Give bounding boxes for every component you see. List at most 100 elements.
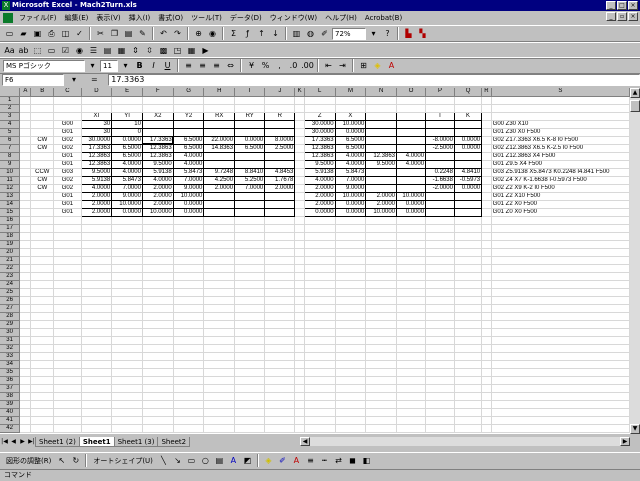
cell[interactable] bbox=[142, 408, 174, 417]
cell[interactable] bbox=[81, 344, 113, 353]
cell[interactable] bbox=[365, 127, 398, 137]
increase-decimal-icon[interactable]: .0 bbox=[287, 59, 300, 72]
cell[interactable]: K bbox=[453, 111, 483, 121]
cell[interactable] bbox=[454, 336, 483, 345]
cell[interactable] bbox=[264, 288, 296, 297]
cell[interactable] bbox=[19, 224, 32, 233]
cell[interactable] bbox=[30, 328, 55, 337]
cell[interactable] bbox=[335, 312, 367, 321]
cell[interactable] bbox=[142, 216, 174, 225]
first-sheet-icon[interactable]: |◀ bbox=[0, 437, 9, 446]
cell[interactable] bbox=[454, 96, 483, 105]
cell[interactable]: G01 Z9.5 X4 F500 bbox=[491, 160, 630, 169]
cell[interactable] bbox=[203, 151, 236, 161]
cell[interactable] bbox=[294, 144, 305, 153]
cell[interactable]: 0.0000 bbox=[453, 135, 483, 145]
cell[interactable] bbox=[481, 128, 492, 137]
row-header[interactable]: 14 bbox=[0, 200, 21, 209]
cell[interactable] bbox=[173, 304, 205, 313]
cell[interactable] bbox=[365, 135, 398, 145]
cell[interactable]: 0.0000 bbox=[234, 135, 266, 145]
cell[interactable] bbox=[335, 280, 367, 289]
cell[interactable] bbox=[396, 224, 427, 233]
cell[interactable] bbox=[425, 288, 455, 297]
cell[interactable] bbox=[19, 344, 32, 353]
cell[interactable] bbox=[142, 328, 174, 337]
cell[interactable] bbox=[481, 352, 492, 361]
draw-font-color-icon[interactable]: A bbox=[290, 454, 303, 467]
cell[interactable] bbox=[396, 424, 427, 433]
cell[interactable] bbox=[264, 384, 296, 393]
cell[interactable] bbox=[425, 368, 455, 377]
cell[interactable] bbox=[264, 224, 296, 233]
cell[interactable] bbox=[19, 216, 32, 225]
cell[interactable] bbox=[203, 280, 236, 289]
cell[interactable] bbox=[30, 288, 55, 297]
cell[interactable] bbox=[30, 424, 55, 433]
cell[interactable] bbox=[454, 288, 483, 297]
cell[interactable]: 9.5000 bbox=[141, 159, 174, 169]
cell[interactable] bbox=[142, 416, 174, 425]
cell[interactable] bbox=[19, 416, 32, 425]
cell[interactable] bbox=[30, 208, 55, 217]
cell[interactable]: 8.0000 bbox=[264, 135, 296, 145]
cell[interactable] bbox=[53, 96, 82, 105]
cell[interactable]: 1.7678 bbox=[264, 175, 296, 185]
cell[interactable] bbox=[365, 256, 398, 265]
row-header[interactable]: 17 bbox=[0, 224, 21, 233]
cell[interactable] bbox=[234, 408, 266, 417]
cell[interactable] bbox=[264, 368, 296, 377]
scroll-left-icon[interactable]: ◀ bbox=[300, 437, 310, 446]
cell[interactable] bbox=[234, 416, 266, 425]
cell[interactable] bbox=[203, 248, 236, 257]
cell[interactable] bbox=[173, 256, 205, 265]
cell[interactable] bbox=[111, 424, 143, 433]
select-all-corner[interactable] bbox=[0, 88, 21, 97]
cell[interactable] bbox=[454, 360, 483, 369]
cell[interactable] bbox=[30, 120, 55, 129]
cell[interactable] bbox=[53, 368, 82, 377]
select-objects-icon[interactable]: ↖ bbox=[55, 454, 68, 467]
row-header[interactable]: 13 bbox=[0, 192, 21, 201]
cell[interactable] bbox=[454, 408, 483, 417]
close-icon[interactable]: × bbox=[628, 1, 638, 10]
row-header[interactable]: 35 bbox=[0, 368, 21, 377]
cell[interactable] bbox=[365, 304, 398, 313]
cell[interactable] bbox=[30, 224, 55, 233]
cell[interactable]: 9.7248 bbox=[203, 167, 236, 177]
cell[interactable] bbox=[81, 256, 113, 265]
cell[interactable] bbox=[335, 288, 367, 297]
cell[interactable] bbox=[481, 296, 492, 305]
cell[interactable] bbox=[481, 368, 492, 377]
cell[interactable]: 5.8473 bbox=[172, 167, 205, 177]
next-sheet-icon[interactable]: ▶ bbox=[18, 437, 27, 446]
paste-icon[interactable]: ▤ bbox=[122, 27, 135, 40]
cell[interactable]: G02 bbox=[53, 136, 82, 145]
cell[interactable]: CW bbox=[30, 176, 55, 185]
cell[interactable] bbox=[173, 224, 205, 233]
cell[interactable] bbox=[365, 175, 398, 185]
cell[interactable] bbox=[234, 320, 266, 329]
row-header[interactable]: 28 bbox=[0, 312, 21, 321]
cell[interactable] bbox=[142, 360, 174, 369]
cell[interactable] bbox=[491, 240, 630, 249]
cell[interactable] bbox=[396, 344, 427, 353]
cell[interactable] bbox=[294, 208, 305, 217]
cell[interactable] bbox=[453, 159, 483, 169]
cell[interactable] bbox=[365, 328, 398, 337]
cell[interactable] bbox=[173, 368, 205, 377]
cell[interactable] bbox=[173, 312, 205, 321]
cell[interactable] bbox=[304, 392, 336, 401]
tab-sheet1[interactable]: Sheet1 bbox=[78, 436, 115, 447]
row-header[interactable]: 10 bbox=[0, 168, 21, 177]
cell[interactable] bbox=[365, 224, 398, 233]
cell[interactable]: 30 bbox=[80, 127, 113, 137]
cell[interactable] bbox=[335, 416, 367, 425]
cell[interactable]: 4.0000 bbox=[172, 151, 205, 161]
cell[interactable] bbox=[111, 216, 143, 225]
cell[interactable] bbox=[19, 272, 32, 281]
cell[interactable] bbox=[425, 392, 455, 401]
cell[interactable] bbox=[111, 96, 143, 105]
zoom-dropdown-icon[interactable]: ▾ bbox=[367, 27, 380, 40]
cell[interactable]: G02 Z4 X7 K-1.6638 I-0.5973 F500 bbox=[491, 176, 630, 185]
